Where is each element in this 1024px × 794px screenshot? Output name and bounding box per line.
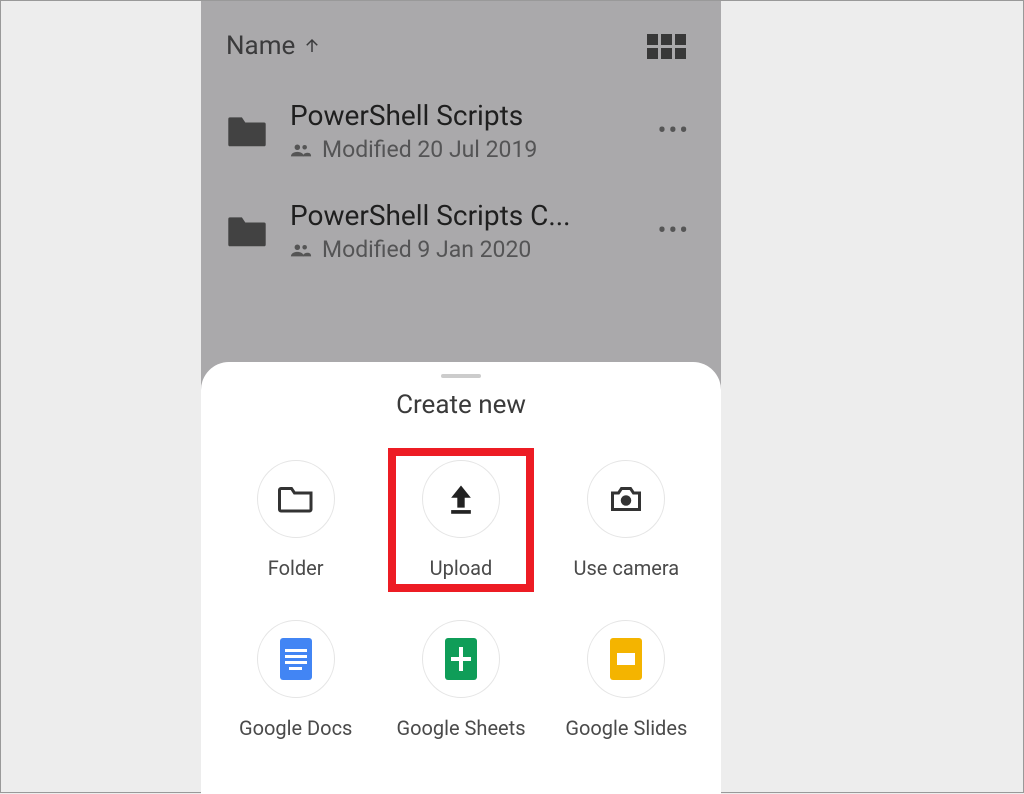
action-label: Google Docs — [239, 716, 352, 740]
use-camera-button[interactable]: Use camera — [544, 450, 709, 590]
action-label: Use camera — [574, 556, 680, 580]
file-name: PowerShell Scripts — [290, 99, 630, 132]
slides-icon — [587, 620, 665, 698]
phone-screen: Name PowerShell Scripts Modified 20 Jul … — [201, 1, 721, 794]
file-info: PowerShell Scripts C... Modified 9 Jan 2… — [290, 199, 630, 263]
google-docs-button[interactable]: Google Docs — [213, 610, 378, 750]
action-grid: Folder Upload — [201, 450, 721, 750]
list-item[interactable]: PowerShell Scripts Modified 20 Jul 2019 … — [201, 81, 721, 181]
camera-icon — [587, 460, 665, 538]
create-new-sheet: Create new Folder Upload — [201, 362, 721, 794]
shared-icon — [290, 243, 312, 257]
more-options-button[interactable]: ••• — [652, 116, 696, 146]
file-modified: Modified 20 Jul 2019 — [322, 136, 537, 163]
highlight-annotation — [388, 448, 533, 592]
more-options-button[interactable]: ••• — [652, 216, 696, 246]
list-item[interactable]: PowerShell Scripts C... Modified 9 Jan 2… — [201, 181, 721, 281]
file-info: PowerShell Scripts Modified 20 Jul 2019 — [290, 99, 630, 163]
google-slides-button[interactable]: Google Slides — [544, 610, 709, 750]
folder-icon — [226, 214, 268, 248]
file-meta: Modified 9 Jan 2020 — [290, 236, 630, 263]
file-meta: Modified 20 Jul 2019 — [290, 136, 630, 163]
file-name: PowerShell Scripts C... — [290, 199, 630, 232]
folder-icon — [226, 114, 268, 148]
file-modified: Modified 9 Jan 2020 — [322, 236, 531, 263]
folder-outline-icon — [257, 460, 335, 538]
sheet-title: Create new — [201, 390, 721, 420]
arrow-up-icon — [303, 37, 321, 55]
sheet-handle[interactable] — [441, 374, 481, 378]
upload-button[interactable]: Upload — [378, 450, 543, 590]
list-header: Name — [201, 1, 721, 81]
action-label: Folder — [268, 556, 324, 580]
sort-label-text: Name — [226, 31, 295, 61]
grid-view-toggle[interactable] — [647, 34, 686, 59]
sort-button[interactable]: Name — [226, 31, 321, 61]
docs-icon — [257, 620, 335, 698]
sheets-icon — [422, 620, 500, 698]
google-sheets-button[interactable]: Google Sheets — [378, 610, 543, 750]
shared-icon — [290, 143, 312, 157]
create-folder-button[interactable]: Folder — [213, 450, 378, 590]
action-label: Google Slides — [565, 716, 687, 740]
action-label: Google Sheets — [396, 716, 525, 740]
